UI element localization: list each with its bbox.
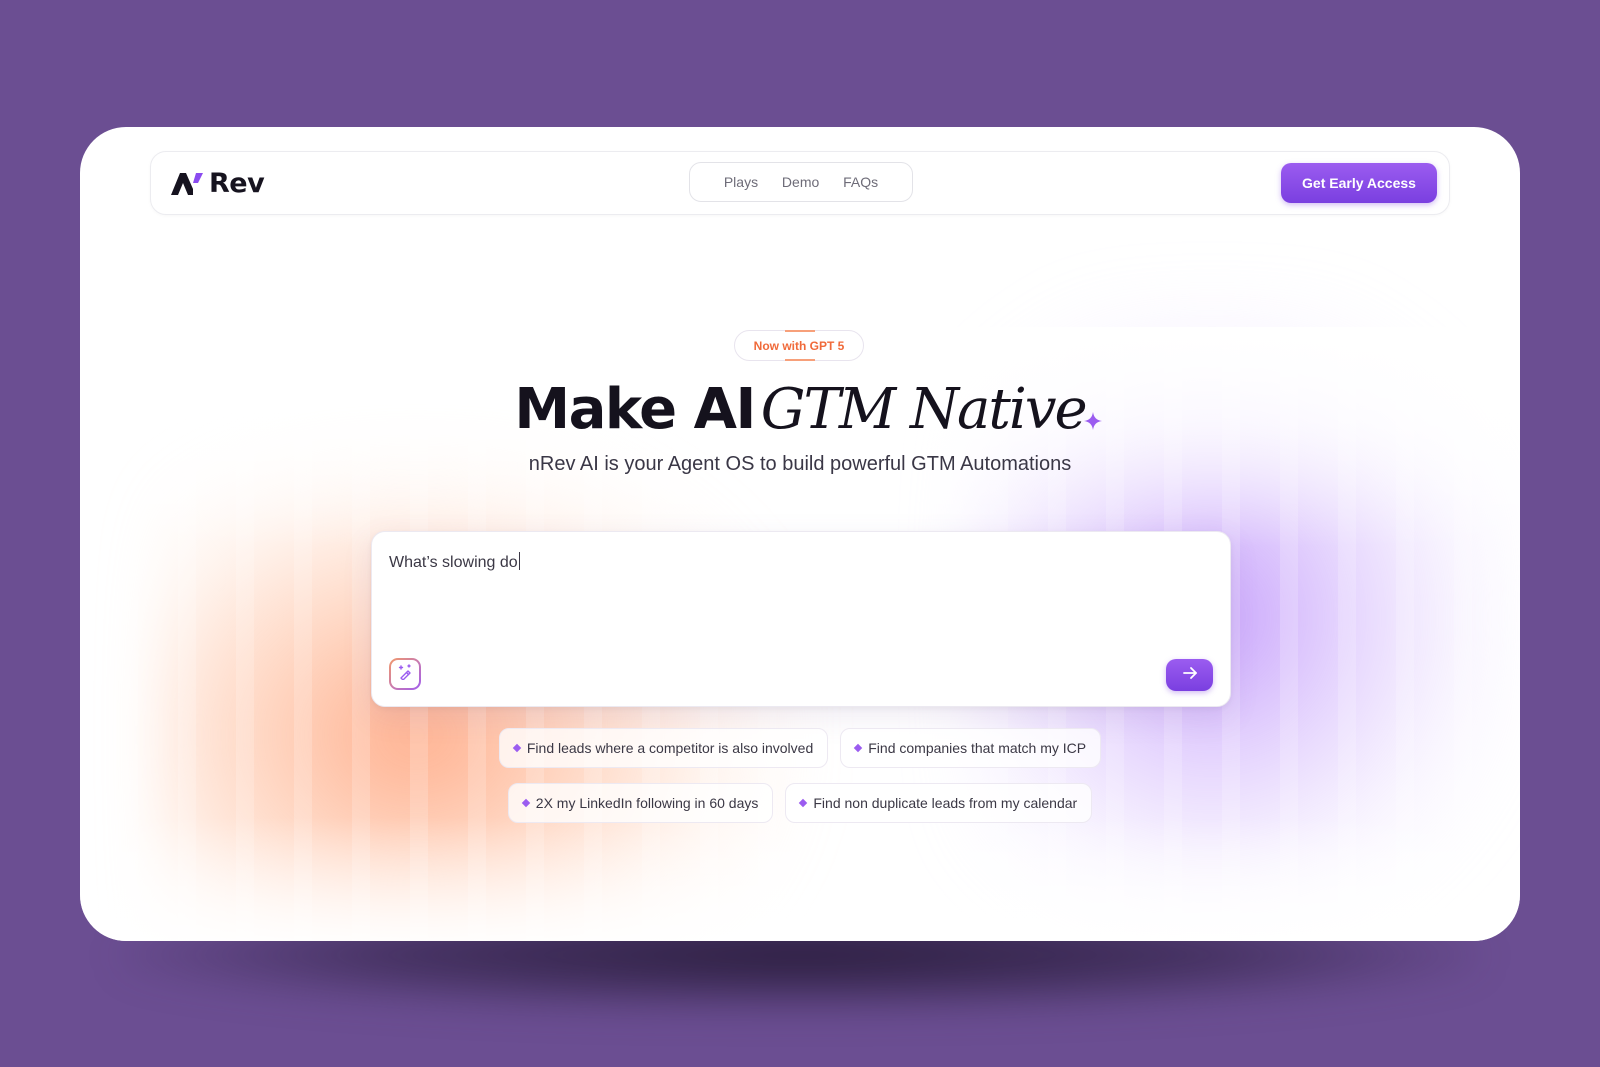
suggestion-label: Find companies that match my ICP: [868, 740, 1087, 756]
nav-links: Plays Demo FAQs: [689, 162, 913, 202]
headline-accent: GTM Native: [760, 377, 1088, 442]
announcement-badge: Now with GPT 5: [734, 330, 864, 361]
subheadline: nRev AI is your Agent OS to build powerf…: [528, 453, 1072, 475]
nav-link-faqs[interactable]: FAQs: [843, 174, 878, 190]
bottom-fade-decoration: [80, 817, 1520, 941]
navbar: Rev Plays Demo FAQs Get Early Access: [150, 151, 1450, 215]
nav-link-demo[interactable]: Demo: [782, 174, 819, 190]
diamond-icon: [521, 798, 531, 808]
get-early-access-button[interactable]: Get Early Access: [1281, 163, 1437, 203]
suggestion-label: Find leads where a competitor is also in…: [526, 740, 814, 756]
suggestion-label: 2X my LinkedIn following in 60 days: [535, 795, 759, 811]
n-slash-logo-icon: [169, 170, 207, 196]
prompt-input-value: What’s slowing do: [389, 554, 518, 571]
diamond-icon: [799, 798, 808, 808]
suggestion-chip[interactable]: 2X my LinkedIn following in 60 days: [507, 783, 774, 823]
magic-wand-button[interactable]: [389, 658, 421, 690]
prompt-input[interactable]: What’s slowing do: [389, 552, 520, 572]
nav-link-plays[interactable]: Plays: [724, 174, 758, 190]
headline-main: Make AI: [514, 377, 756, 442]
suggestion-chip[interactable]: Find companies that match my ICP: [840, 728, 1102, 768]
page-title: Make AI GTM Native: [80, 375, 1520, 459]
suggestion-chip[interactable]: Find non duplicate leads from my calenda…: [785, 783, 1093, 823]
logo[interactable]: Rev: [169, 167, 265, 199]
magic-wand-icon: [397, 663, 413, 685]
text-cursor: [518, 552, 520, 570]
suggestion-row: Find leads where a competitor is also in…: [80, 728, 1520, 768]
browser-window: Rev Plays Demo FAQs Get Early Access Now…: [80, 127, 1520, 941]
diamond-icon: [854, 743, 863, 753]
suggestion-row: 2X my LinkedIn following in 60 days Find…: [80, 783, 1520, 823]
suggestion-chip[interactable]: Find leads where a competitor is also in…: [498, 728, 829, 768]
logo-text: Rev: [209, 167, 265, 199]
diamond-icon: [512, 743, 522, 753]
suggestion-label: Find non duplicate leads from my calenda…: [813, 795, 1078, 811]
headline-accent-wrap: GTM Native: [760, 377, 1102, 442]
prompt-box[interactable]: What’s slowing do: [371, 531, 1231, 707]
sparkle-icon: [1083, 377, 1102, 430]
send-button[interactable]: [1166, 659, 1213, 691]
arrow-right-icon: [1182, 665, 1198, 686]
